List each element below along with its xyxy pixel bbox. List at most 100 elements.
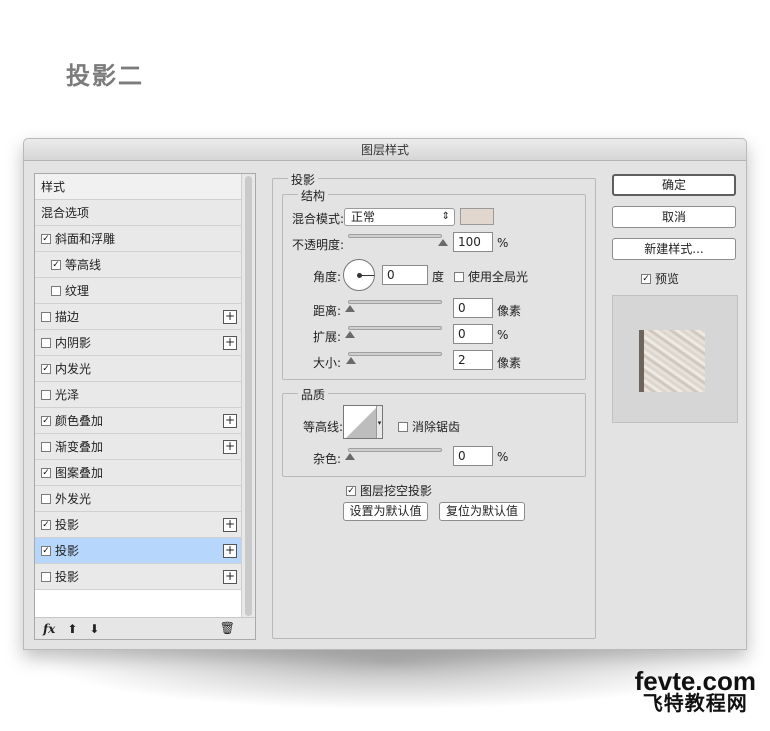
style-list-item-label: 颜色叠加 [55,414,104,428]
add-style-button[interactable]: + [223,518,237,532]
size-input[interactable]: 2 [453,350,493,370]
reset-default-button[interactable]: 复位为默认值 [439,502,525,521]
style-list-item[interactable]: 光泽 [35,382,241,408]
preview-checkbox[interactable]: ✓ 预览 [641,270,679,287]
spread-input[interactable]: 0 [453,324,493,344]
add-style-button[interactable]: + [223,414,237,428]
style-list-item[interactable]: 描边 + [35,304,241,330]
style-list-item-label: 投影 [55,544,80,558]
angle-input[interactable]: 0 [382,265,428,285]
style-list-item[interactable]: ✓ 投影 + [35,512,241,538]
antialias-box[interactable] [398,421,408,432]
page-heading: 投影二 [66,62,144,90]
add-style-button[interactable]: + [223,570,237,584]
watermark-site: 飞特教程网 [642,691,748,715]
noise-slider[interactable] [345,448,442,460]
style-list-item[interactable]: ✓ 图案叠加 [35,460,241,486]
style-list-item[interactable]: 外发光 [35,486,241,512]
style-checkbox[interactable] [41,389,51,400]
add-style-button[interactable]: + [223,440,237,454]
style-checkbox[interactable]: ✓ [41,519,51,530]
style-checkbox[interactable] [41,493,51,504]
distance-label: 距离: [313,304,342,318]
style-checkbox[interactable] [41,337,51,348]
style-checkbox[interactable] [51,285,61,296]
style-list-item[interactable]: 纹理 [35,278,241,304]
style-list: 样式 混合选项 ✓ 斜面和浮雕 ✓ 等高线 纹理 描边 + 内阴影 + ✓ 内发光 光泽 ✓ 颜色叠加 + 渐变叠… [34,173,256,640]
style-list-scrollbar[interactable] [241,174,255,619]
contour-picker[interactable]: ▾ [343,405,383,439]
style-list-item[interactable]: ✓ 内发光 [35,356,241,382]
trash-icon[interactable]: 🗑 [220,621,235,635]
style-checkbox[interactable]: ✓ [41,233,51,244]
global-light-box[interactable] [454,271,464,282]
fx-menu-button[interactable]: fx [43,622,55,636]
shadow-color-swatch[interactable] [460,208,494,225]
style-checkbox[interactable] [41,441,51,452]
style-list-item-label: 渐变叠加 [55,440,104,454]
style-list-item[interactable]: ✓ 斜面和浮雕 [35,226,241,252]
add-style-button[interactable]: + [223,310,237,324]
noise-input[interactable]: 0 [453,446,493,466]
drop-shadow-group-title: 投影 [288,171,319,188]
antialias-checkbox[interactable]: 消除锯齿 [398,418,460,435]
move-up-icon[interactable]: ⬆ [67,622,77,636]
style-checkbox[interactable]: ✓ [51,259,61,270]
spread-slider[interactable] [345,326,442,338]
style-list-item-label: 内发光 [55,362,92,376]
angle-dial[interactable] [343,259,375,291]
style-list-rows: 样式 混合选项 ✓ 斜面和浮雕 ✓ 等高线 纹理 描边 + 内阴影 + ✓ 内发光 光泽 ✓ 颜色叠加 + 渐变叠… [35,174,241,590]
style-list-item[interactable]: 混合选项 [35,200,241,226]
style-checkbox[interactable]: ✓ [41,545,51,556]
blend-mode-value: 正常 [351,210,376,224]
style-checkbox[interactable] [41,571,51,582]
add-style-button[interactable]: + [223,336,237,350]
style-list-item[interactable]: 投影 + [35,564,241,590]
distance-slider-knob[interactable] [345,305,355,312]
style-list-item[interactable]: ✓ 颜色叠加 + [35,408,241,434]
style-checkbox[interactable] [41,311,51,322]
style-list-item[interactable]: 内阴影 + [35,330,241,356]
preview-thumbnail [639,330,705,392]
angle-unit: 度 [432,270,445,284]
scrollbar-thumb[interactable] [245,176,252,616]
angle-label: 角度: [313,270,342,284]
knockout-box[interactable]: ✓ [346,485,356,496]
preview-panel [612,295,738,423]
style-checkbox[interactable]: ✓ [41,363,51,374]
style-list-item[interactable]: 样式 [35,174,241,200]
distance-input[interactable]: 0 [453,298,493,318]
style-list-item-label: 等高线 [65,258,102,272]
size-slider-knob[interactable] [346,357,356,364]
move-down-icon[interactable]: ⬇ [89,622,99,636]
global-light-checkbox[interactable]: 使用全局光 [454,268,528,285]
opacity-slider[interactable] [348,234,448,246]
spread-slider-knob[interactable] [345,331,355,338]
style-list-item[interactable]: ✓ 等高线 [35,252,241,278]
knockout-checkbox[interactable]: ✓ 图层挖空投影 [346,482,432,499]
add-style-button[interactable]: + [223,544,237,558]
cancel-button[interactable]: 取消 [612,206,736,228]
noise-slider-knob[interactable] [345,453,355,460]
contour-linear-icon [344,406,378,438]
set-default-button[interactable]: 设置为默认值 [343,502,428,521]
size-slider[interactable] [346,352,442,364]
blend-mode-select[interactable]: 正常 ⇕ [344,208,455,226]
preview-box[interactable]: ✓ [641,273,651,284]
style-checkbox[interactable]: ✓ [41,415,51,426]
opacity-input[interactable]: 100 [453,232,493,252]
noise-unit: % [497,450,509,464]
new-style-button[interactable]: 新建样式... [612,238,736,260]
contour-dropdown-icon[interactable]: ▾ [376,406,382,438]
ok-button[interactable]: 确定 [612,174,736,196]
style-list-item-label: 混合选项 [41,206,90,220]
style-checkbox[interactable]: ✓ [41,467,51,478]
angle-hand [360,275,374,276]
style-list-item-label: 斜面和浮雕 [55,232,116,246]
style-list-item[interactable]: ✓ 投影 + [35,538,241,564]
spread-unit: % [497,328,509,342]
style-list-item[interactable]: 渐变叠加 + [35,434,241,460]
distance-slider[interactable] [345,300,442,312]
layer-style-dialog: 图层样式 样式 混合选项 ✓ 斜面和浮雕 ✓ 等高线 纹理 描边 + 内阴影 + ✓ 内发光 光泽 ✓ 颜色叠… [23,138,747,650]
opacity-slider-knob[interactable] [438,239,448,246]
